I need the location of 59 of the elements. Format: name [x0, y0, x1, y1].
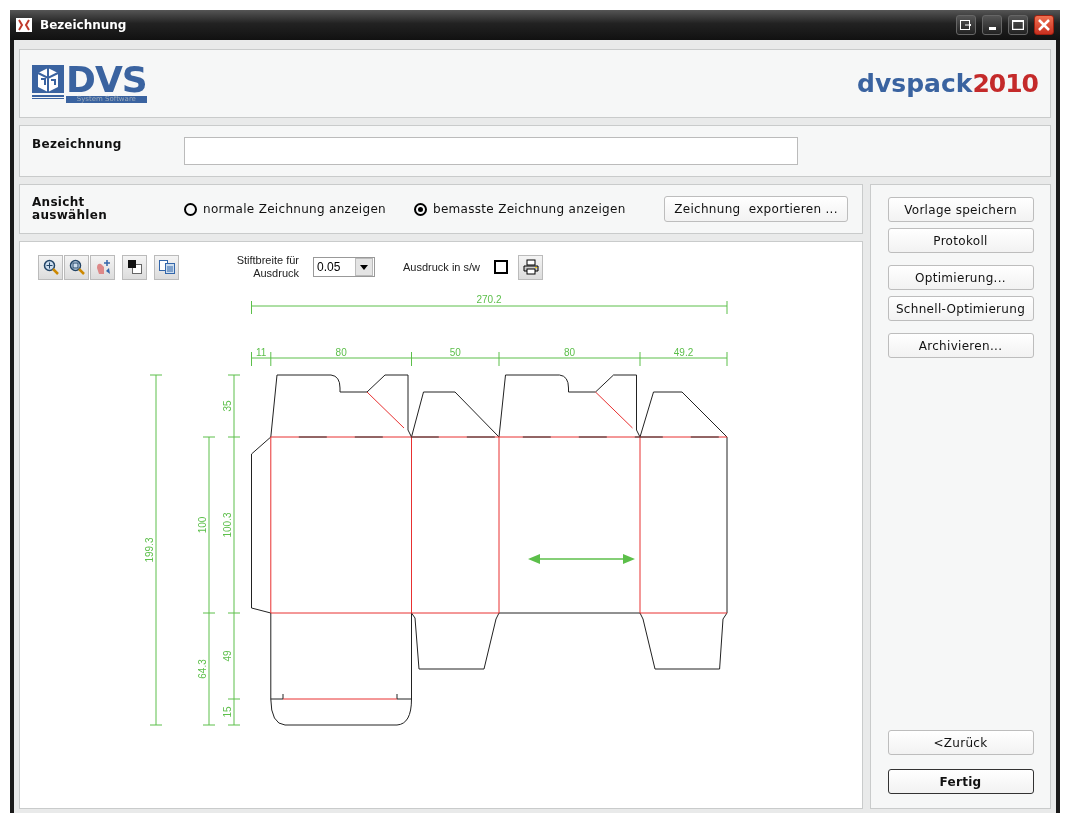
printer-icon [522, 259, 539, 275]
copy-icon [158, 260, 175, 274]
pen-width-label: Stiftbreite für Ausdruck [235, 254, 299, 280]
minimize-button[interactable] [982, 15, 1002, 35]
close-icon [1038, 19, 1050, 31]
caret-icon [360, 264, 368, 270]
side-action-button[interactable]: Archivieren... [887, 333, 1034, 358]
minimize-icon [988, 27, 996, 30]
pen-width-dropdown[interactable]: 0.05 [313, 257, 375, 277]
dimension-label: 50 [449, 347, 461, 358]
view-label: Ansicht auswählen [32, 196, 108, 222]
view-radio-option[interactable]: bemasste Zeichnung anzeigen [414, 202, 626, 216]
side-action-button[interactable]: Schnell-Optimierung [887, 296, 1034, 321]
side-action-button[interactable]: Vorlage speichern [887, 197, 1034, 222]
color-toggle-button[interactable] [122, 254, 147, 280]
side-action-button[interactable]: Protokoll [887, 228, 1034, 253]
export-window-button[interactable] [956, 15, 976, 35]
maximize-icon [1012, 20, 1024, 30]
dimension-label: 100.3 [222, 512, 233, 538]
dimension-label: 11 [255, 347, 267, 358]
cube-logo-icon [32, 64, 64, 99]
view-radio-option[interactable]: normale Zeichnung anzeigen [184, 202, 386, 216]
side-action-button[interactable]: Optimierung... [887, 265, 1034, 290]
name-label: Bezeichnung [32, 137, 123, 151]
dimension-label: 100 [197, 516, 208, 534]
bw-print-label: Ausdruck in s/w [403, 261, 481, 273]
overlapping-squares-icon [127, 260, 142, 274]
hand-icon [94, 259, 111, 275]
dimension-label: 80 [563, 347, 576, 358]
zoom-in-icon [42, 259, 59, 275]
bw-print-checkbox[interactable] [494, 260, 509, 274]
copy-button[interactable] [154, 254, 179, 280]
window-export-icon [960, 20, 972, 30]
zoom-in-button[interactable] [38, 254, 63, 280]
radio-button[interactable] [414, 202, 427, 216]
dimension-label: 15 [222, 706, 233, 718]
logo-wordmark: DVS [66, 64, 147, 95]
zoom-window-icon [68, 259, 85, 275]
product-name: dvspack [857, 69, 973, 98]
close-button[interactable] [1034, 15, 1054, 35]
name-input-field[interactable] [184, 137, 798, 165]
dimension-label: 35 [222, 400, 233, 412]
product-year: 2010 [972, 69, 1038, 98]
print-button[interactable] [518, 254, 544, 280]
dimension-label: 64.3 [197, 659, 208, 679]
navigation-button[interactable]: Fertig [887, 769, 1034, 794]
dimension-label: 49.2 [673, 347, 694, 358]
zoom-out-button[interactable] [64, 254, 89, 280]
export-drawing-button[interactable]: Zeichnung exportieren ... [664, 196, 848, 222]
dimension-label: 80 [335, 347, 347, 358]
maximize-button[interactable] [1008, 15, 1028, 35]
radio-button[interactable] [184, 202, 197, 216]
dimension-label: 49 [222, 650, 233, 662]
pan-button[interactable] [90, 254, 115, 280]
dimension-label: 199.3 [144, 537, 155, 563]
app-icon [16, 18, 32, 32]
window-title: Bezeichnung [40, 18, 127, 32]
navigation-button[interactable]: <Zurück [887, 730, 1034, 755]
dimension-label: 270.2 [476, 294, 502, 305]
